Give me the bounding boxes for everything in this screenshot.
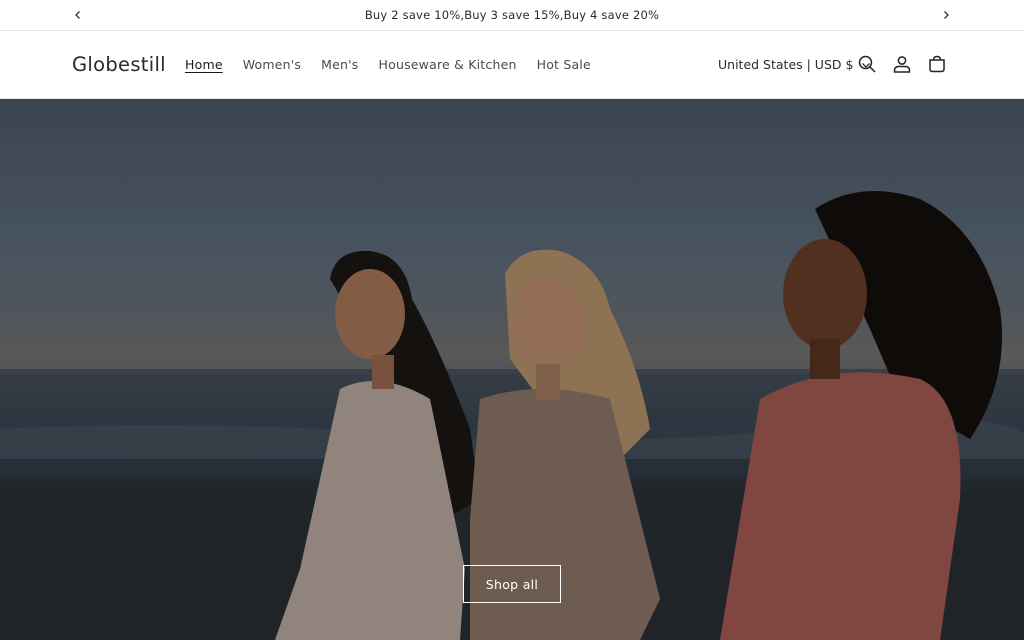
locale-label: United States | USD $ <box>718 57 854 72</box>
country-currency-selector[interactable]: United States | USD $ <box>718 57 871 72</box>
announcement-text: Buy 2 save 10%,Buy 3 save 15%,Buy 4 save… <box>364 8 660 22</box>
nav-item-houseware-kitchen[interactable]: Houseware & Kitchen <box>379 57 517 72</box>
search-icon[interactable] <box>856 53 878 75</box>
nav-item-mens[interactable]: Men's <box>321 57 358 72</box>
nav-item-home[interactable]: Home <box>185 57 223 72</box>
shop-all-button[interactable]: Shop all <box>463 565 561 603</box>
account-icon[interactable] <box>891 53 913 75</box>
announcement-bar: Buy 2 save 10%,Buy 3 save 15%,Buy 4 save… <box>0 0 1024 31</box>
cart-icon[interactable] <box>926 53 948 75</box>
hero-banner: Shop all <box>0 99 1024 640</box>
nav-item-hot-sale[interactable]: Hot Sale <box>537 57 591 72</box>
hero-overlay <box>0 99 1024 640</box>
main-nav: Home Women's Men's Houseware & Kitchen H… <box>185 57 611 72</box>
site-header: Globestill Home Women's Men's Houseware … <box>0 31 1024 99</box>
store-logo[interactable]: Globestill <box>72 53 166 76</box>
nav-item-womens[interactable]: Women's <box>243 57 301 72</box>
chevron-right-icon[interactable] <box>937 6 955 24</box>
